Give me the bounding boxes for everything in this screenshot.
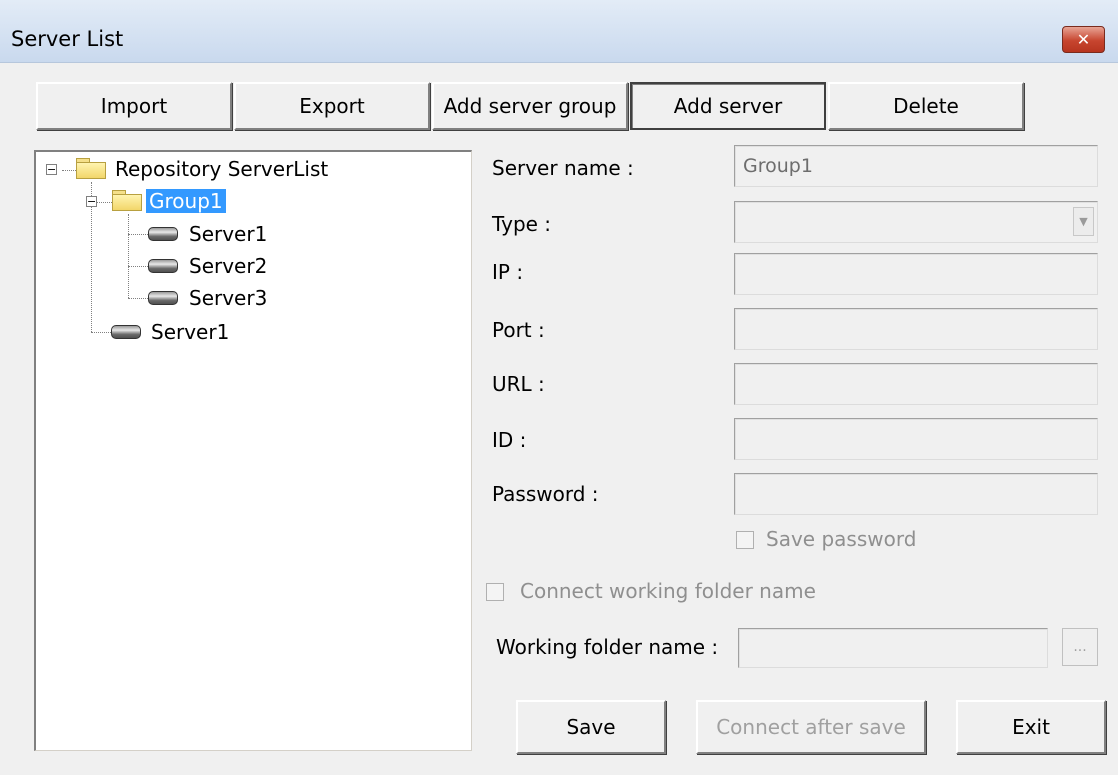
save-password-label: Save password: [766, 527, 917, 551]
tree-node-label: Server1: [151, 320, 230, 344]
port-label: Port :: [492, 318, 545, 342]
working-folder-label: Working folder name :: [496, 635, 719, 659]
server-name-field[interactable]: Group1: [734, 145, 1098, 187]
tree-connector: [91, 332, 111, 333]
tree-connector: [96, 202, 112, 203]
add-server-button[interactable]: Add server: [630, 82, 826, 130]
export-button[interactable]: Export: [234, 82, 430, 130]
url-field[interactable]: [734, 363, 1098, 405]
tree-node-server[interactable]: Server1: [148, 318, 232, 346]
tree-connector: [128, 234, 148, 235]
server-tree[interactable]: − Repository ServerList − Group1 Server1…: [34, 150, 472, 751]
close-button[interactable]: ✕: [1062, 26, 1105, 53]
tree-connector: [128, 214, 129, 298]
tree-node-root[interactable]: Repository ServerList: [112, 155, 331, 183]
tree-connector: [128, 266, 148, 267]
save-password-checkbox[interactable]: [736, 531, 754, 549]
tree-node-label: Repository ServerList: [115, 157, 329, 181]
connect-working-folder-checkbox[interactable]: [486, 583, 504, 601]
save-button[interactable]: Save: [516, 700, 666, 754]
window-title: Server List: [11, 27, 124, 51]
tree-node-server[interactable]: Server3: [186, 284, 270, 312]
chevron-down-icon[interactable]: ▼: [1073, 207, 1094, 236]
connect-working-folder-label: Connect working folder name: [520, 579, 816, 603]
port-field[interactable]: [734, 308, 1098, 350]
password-field[interactable]: [734, 473, 1098, 515]
server-name-label: Server name :: [492, 156, 634, 180]
connect-after-save-button[interactable]: Connect after save: [696, 700, 926, 754]
exit-button[interactable]: Exit: [956, 700, 1106, 754]
collapse-group-toggle[interactable]: −: [86, 196, 97, 207]
browse-button[interactable]: ...: [1062, 628, 1098, 666]
ip-field[interactable]: [734, 253, 1098, 295]
ip-label: IP :: [492, 260, 524, 284]
tree-node-server[interactable]: Server1: [186, 220, 270, 248]
tree-connector: [62, 170, 76, 171]
tree-node-label: Group1: [146, 189, 226, 213]
collapse-root-toggle[interactable]: −: [46, 164, 57, 175]
tree-node-label: Server2: [189, 254, 268, 278]
tree-node-label: Server3: [189, 286, 268, 310]
close-x-icon: ✕: [1076, 30, 1091, 49]
server-icon: [148, 227, 178, 241]
working-folder-field[interactable]: [738, 628, 1048, 668]
type-label: Type :: [492, 212, 552, 236]
tree-node-group[interactable]: Group1: [146, 187, 226, 215]
import-button[interactable]: Import: [36, 82, 232, 130]
password-label: Password :: [492, 482, 599, 506]
type-select[interactable]: ▼: [734, 201, 1098, 243]
delete-button[interactable]: Delete: [828, 82, 1024, 130]
folder-icon: [76, 158, 106, 179]
url-label: URL :: [492, 372, 545, 396]
server-icon: [111, 325, 141, 339]
id-field[interactable]: [734, 418, 1098, 460]
add-server-group-button[interactable]: Add server group: [432, 82, 628, 130]
server-icon: [148, 259, 178, 273]
tree-node-label: Server1: [189, 222, 268, 246]
server-name-value: Group1: [743, 155, 813, 177]
tree-node-server[interactable]: Server2: [186, 252, 270, 280]
server-icon: [148, 291, 178, 305]
folder-icon: [112, 190, 142, 211]
tree-connector: [128, 298, 148, 299]
id-label: ID :: [492, 428, 527, 452]
title-bar: Server List ✕: [0, 0, 1118, 63]
